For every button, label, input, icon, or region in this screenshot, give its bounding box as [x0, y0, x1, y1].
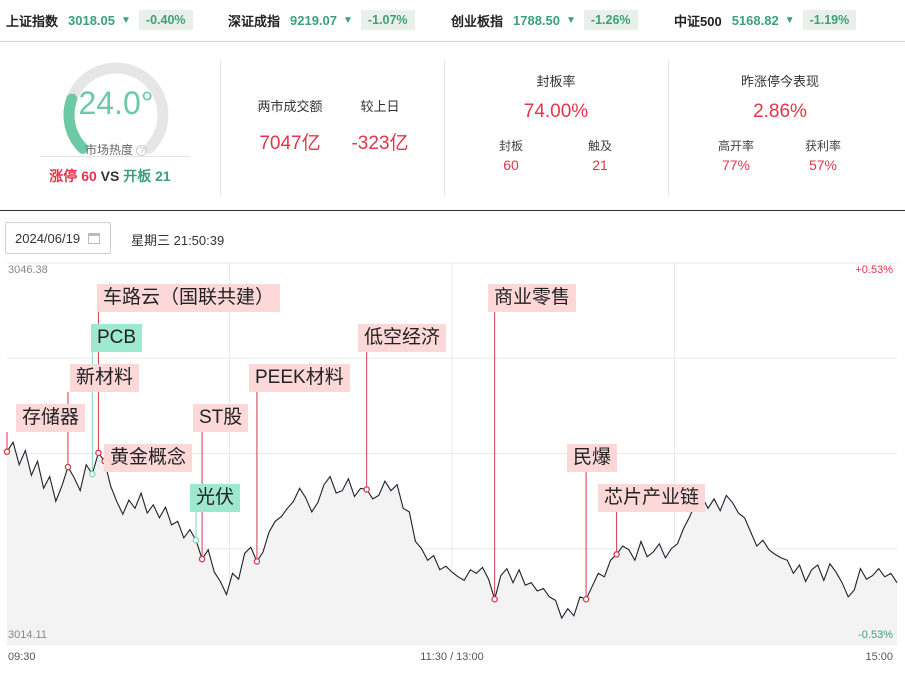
- divider: [220, 60, 221, 196]
- x-label-mid: 11:30 / 13:00: [420, 651, 483, 663]
- event-tag[interactable]: 黄金概念: [104, 444, 193, 472]
- index-name: 上证指数: [6, 13, 59, 29]
- event-tag[interactable]: PEEK材料: [249, 364, 350, 392]
- limit-up-summary: 涨停 60 VS 开板 21: [0, 166, 220, 186]
- event-tag[interactable]: 商业零售: [488, 284, 577, 312]
- event-tag[interactable]: 光伏: [190, 484, 241, 512]
- yesterday-title: 昨涨停今表现: [740, 74, 819, 89]
- down-arrow-icon: ▼: [566, 14, 576, 26]
- index-name: 创业板指: [451, 13, 504, 29]
- right-top-label: +0.53%: [855, 264, 893, 276]
- index-change: -1.19%: [802, 10, 857, 30]
- event-point[interactable]: [253, 558, 261, 565]
- datetime-text: 星期三 21:50:39: [131, 233, 225, 248]
- index-name: 深证成指: [228, 13, 281, 29]
- event-tag[interactable]: 存储器: [16, 404, 86, 432]
- open-board-label: 开板: [123, 168, 152, 184]
- index-change: -1.26%: [583, 10, 638, 30]
- limit-up-count: 60: [81, 168, 97, 184]
- sealed-value: 60: [503, 157, 519, 173]
- seal-rate-value: 74.00%: [523, 101, 589, 122]
- event-point[interactable]: [582, 596, 590, 603]
- event-point[interactable]: [95, 449, 102, 457]
- event-point[interactable]: [89, 470, 96, 478]
- right-bottom-label: -0.53%: [858, 629, 893, 641]
- divider: [40, 156, 190, 157]
- down-arrow-icon: ▼: [343, 14, 353, 26]
- down-arrow-icon: ▼: [121, 14, 131, 26]
- x-label-end: 15:00: [865, 651, 893, 663]
- high-open-label: 高开率: [717, 139, 754, 153]
- turnover-value: 7047亿: [259, 133, 321, 154]
- divider: [668, 60, 669, 196]
- prev-day-label: 较上日: [360, 99, 400, 114]
- open-board-count: 21: [155, 168, 171, 184]
- index-change: -0.40%: [138, 10, 193, 30]
- limit-up-label: 涨停: [49, 168, 78, 184]
- index-ticker-sh[interactable]: 上证指数 3018.05 ▼ -0.40%: [6, 9, 193, 31]
- event-tag[interactable]: 芯片产业链: [598, 484, 706, 512]
- turnover-label: 两市成交额: [257, 99, 323, 114]
- index-ticker-bar: 上证指数 3018.05 ▼ -0.40% 深证成指 9219.07 ▼ -1.…: [0, 0, 905, 42]
- event-tag[interactable]: 民爆: [567, 444, 618, 472]
- market-stats-panel: 24.0° 市场热度? 涨停 60 VS 开板 21 两市成交额 7047亿 较…: [0, 43, 905, 211]
- event-tag[interactable]: 低空经济: [358, 324, 447, 352]
- heat-value: 24.0°: [78, 85, 154, 121]
- date-picker[interactable]: 2024/06/19: [5, 222, 111, 254]
- touched-label: 触及: [587, 139, 612, 153]
- index-value: 3018.05: [68, 12, 116, 28]
- y-top-label: 3046.38: [8, 264, 48, 276]
- index-name: 中证500: [674, 13, 722, 29]
- high-open-value: 77%: [721, 157, 751, 173]
- event-point[interactable]: [613, 551, 620, 558]
- calendar-icon[interactable]: [88, 233, 100, 244]
- prev-day-value: -323亿: [351, 133, 409, 154]
- profit-label: 获利率: [804, 139, 841, 153]
- divider: [444, 60, 445, 196]
- event-point[interactable]: [198, 555, 206, 563]
- event-tag[interactable]: 新材料: [70, 364, 140, 392]
- vs-text: VS: [100, 168, 120, 184]
- index-value: 1788.50: [513, 12, 561, 28]
- event-tag[interactable]: PCB: [91, 324, 143, 352]
- index-value: 5168.82: [731, 12, 779, 28]
- date-value: 2024/06/19: [15, 230, 81, 246]
- event-point[interactable]: [363, 486, 370, 493]
- heat-label-text: 市场热度: [84, 143, 133, 157]
- index-ticker-sz[interactable]: 深证成指 9219.07 ▼ -1.07%: [228, 9, 415, 31]
- intraday-chart: 3046.38 3014.11 +0.53% -0.53% 09:30 11:3…: [0, 258, 905, 668]
- yesterday-value: 2.86%: [753, 101, 807, 122]
- event-point[interactable]: [64, 463, 72, 471]
- index-ticker-cyb[interactable]: 创业板指 1788.50 ▼ -1.26%: [451, 9, 638, 31]
- y-bottom-label: 3014.11: [8, 629, 47, 641]
- event-point[interactable]: [491, 596, 498, 603]
- event-tag[interactable]: 车路云（国联共建）: [97, 284, 281, 312]
- x-label-start: 09:30: [8, 651, 36, 663]
- event-point[interactable]: [192, 536, 200, 544]
- index-ticker-zz500[interactable]: 中证500 5168.82 ▼ -1.19%: [674, 9, 857, 31]
- index-value: 9219.07: [290, 12, 338, 28]
- event-point[interactable]: [3, 448, 11, 455]
- seal-rate-title: 封板率: [536, 74, 576, 89]
- profit-value: 57%: [808, 157, 838, 173]
- touched-value: 21: [592, 157, 608, 173]
- down-arrow-icon: ▼: [784, 14, 795, 26]
- index-change: -1.07%: [360, 10, 415, 30]
- event-tag[interactable]: ST股: [193, 404, 249, 432]
- help-icon[interactable]: ?: [136, 145, 147, 157]
- sealed-label: 封板: [498, 139, 523, 153]
